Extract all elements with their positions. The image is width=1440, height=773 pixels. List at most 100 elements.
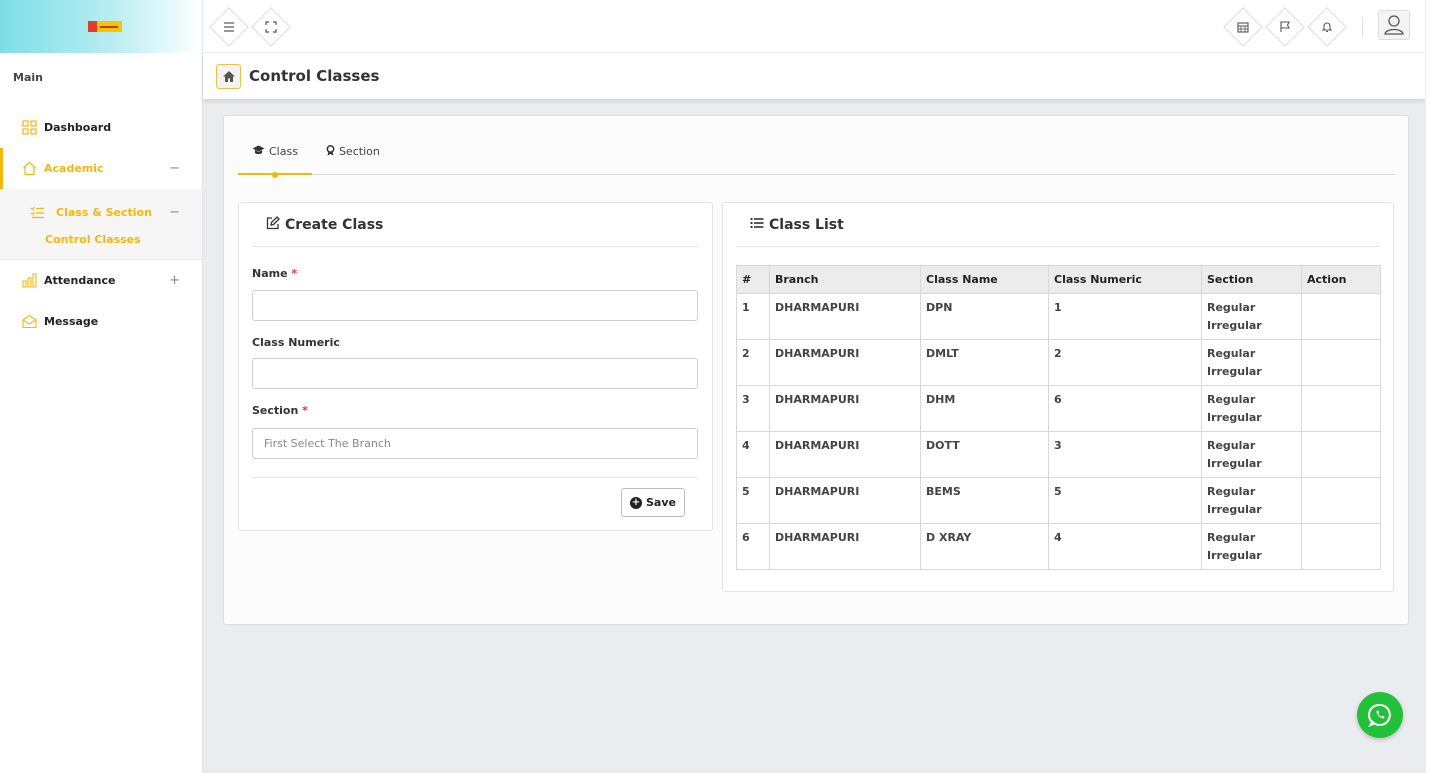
menu-icon[interactable]: [220, 18, 238, 36]
column-header[interactable]: Action: [1301, 265, 1381, 294]
envelope-icon: [21, 314, 37, 330]
cell-class-numeric: 3: [1048, 431, 1202, 478]
form-divider: [252, 477, 698, 478]
whatsapp-button[interactable]: [1357, 692, 1403, 738]
panel-heading: Class List: [736, 203, 1380, 247]
cell-action: [1301, 385, 1381, 432]
table-row: 5 DHARMAPURI BEMS 5 Regular Irregular: [736, 477, 1381, 524]
tab-label: Section: [338, 145, 380, 158]
table-header-row: # Branch Class Name Class Numeric Sectio…: [736, 265, 1381, 294]
column-header[interactable]: Class Numeric: [1048, 265, 1202, 294]
cell-section: Regular Irregular: [1201, 477, 1302, 524]
class-numeric-input[interactable]: [252, 358, 698, 389]
main-card: Class Section Create Class Name * Class …: [223, 115, 1409, 625]
cell-section: Regular Irregular: [1201, 339, 1302, 386]
cell-number: 3: [736, 385, 770, 432]
name-label: Name *: [252, 267, 297, 280]
section-name: Regular: [1207, 485, 1256, 498]
whatsapp-icon: [1367, 702, 1393, 728]
sidebar-item-attendance[interactable]: Attendance +: [0, 260, 202, 301]
table-row: 4 DHARMAPURI DOTT 3 Regular Irregular: [736, 431, 1381, 478]
section-name: Regular: [1207, 347, 1256, 360]
flag-icon[interactable]: [1276, 18, 1294, 36]
edit-icon: [266, 215, 280, 234]
cell-branch: DHARMAPURI: [769, 339, 921, 386]
table-body: 1 DHARMAPURI DPN 1 Regular Irregular 2 DH…: [736, 293, 1381, 570]
cell-branch: DHARMAPURI: [769, 523, 921, 570]
logo-area[interactable]: [0, 0, 202, 53]
cell-class-name: D XRAY: [920, 523, 1049, 570]
list-icon: [750, 217, 764, 233]
cell-branch: DHARMAPURI: [769, 293, 921, 340]
top-bar: [203, 0, 1425, 53]
bell-icon[interactable]: [1318, 18, 1336, 36]
calendar-icon[interactable]: [1234, 18, 1252, 36]
cell-action: [1301, 431, 1381, 478]
scrollbar[interactable]: [1425, 0, 1440, 773]
class-list-panel: Class List # Branch Class Name Class Num…: [722, 202, 1394, 592]
sidebar-item-academic[interactable]: Academic −: [0, 148, 202, 189]
cell-branch: DHARMAPURI: [769, 477, 921, 524]
tab-class[interactable]: Class: [238, 141, 312, 178]
cell-section: Regular Irregular: [1201, 431, 1302, 478]
cell-action: [1301, 523, 1381, 570]
collapse-toggle[interactable]: −: [169, 161, 180, 176]
collapse-toggle[interactable]: −: [169, 205, 180, 220]
section-select[interactable]: [252, 428, 698, 459]
page-header: Control Classes: [203, 53, 1425, 99]
section-name: Irregular: [1207, 457, 1262, 470]
column-header[interactable]: Branch: [769, 265, 921, 294]
panel-title: Create Class: [285, 216, 384, 233]
plus-circle-icon: +: [630, 496, 642, 509]
sidebar-item-message[interactable]: Message: [0, 301, 202, 342]
column-header[interactable]: Section: [1201, 265, 1302, 294]
cell-number: 4: [736, 431, 770, 478]
sidebar-item-dashboard[interactable]: Dashboard: [0, 107, 202, 148]
cell-class-name: DOTT: [920, 431, 1049, 478]
home-icon: [21, 161, 37, 177]
home-icon[interactable]: [216, 64, 241, 89]
table-row: 6 DHARMAPURI D XRAY 4 Regular Irregular: [736, 523, 1381, 570]
cell-class-numeric: 6: [1048, 385, 1202, 432]
cell-class-numeric: 1: [1048, 293, 1202, 340]
column-header[interactable]: Class Name: [920, 265, 1049, 294]
column-header[interactable]: #: [736, 265, 770, 294]
save-button[interactable]: + Save: [621, 488, 685, 517]
section-name: Irregular: [1207, 365, 1262, 378]
class-table: # Branch Class Name Class Numeric Sectio…: [736, 265, 1381, 570]
expand-toggle[interactable]: +: [169, 273, 180, 288]
cell-number: 1: [736, 293, 770, 340]
brand-logo: [88, 21, 122, 32]
panel-heading: Create Class: [252, 203, 698, 247]
cell-branch: DHARMAPURI: [769, 385, 921, 432]
section-name: Irregular: [1207, 319, 1262, 332]
sidebar-item-label: Attendance: [44, 274, 116, 287]
cell-branch: DHARMAPURI: [769, 431, 921, 478]
list-check-icon: [30, 206, 45, 219]
name-label-text: Name: [252, 267, 288, 280]
save-label: Save: [646, 496, 676, 509]
graduation-cap-icon: [252, 145, 265, 158]
section-name: Regular: [1207, 531, 1256, 544]
avatar[interactable]: [1378, 10, 1410, 40]
tab-section[interactable]: Section: [312, 141, 394, 175]
table-row: 2 DHARMAPURI DMLT 2 Regular Irregular: [736, 339, 1381, 386]
sidebar-item-control-classes[interactable]: Control Classes: [0, 227, 202, 251]
sidebar-item-class-section[interactable]: Class & Section −: [0, 197, 202, 227]
sidebar-item-label: Message: [44, 315, 99, 328]
sidebar: Main Dashboard Academic − Class & Sectio…: [0, 0, 203, 773]
sidebar-item-label: Dashboard: [44, 121, 112, 134]
cell-class-name: DHM: [920, 385, 1049, 432]
section-label: Section *: [252, 404, 308, 417]
cell-class-name: DMLT: [920, 339, 1049, 386]
section-name: Irregular: [1207, 549, 1262, 562]
class-numeric-label: Class Numeric: [252, 336, 340, 349]
sidebar-item-label: Academic: [44, 162, 104, 175]
cell-class-numeric: 4: [1048, 523, 1202, 570]
cell-section: Regular Irregular: [1201, 293, 1302, 340]
sidebar-section-label: Main: [13, 71, 43, 84]
section-name: Regular: [1207, 393, 1256, 406]
name-input[interactable]: [252, 290, 698, 321]
fullscreen-icon[interactable]: [262, 18, 280, 36]
required-mark: *: [302, 404, 308, 417]
